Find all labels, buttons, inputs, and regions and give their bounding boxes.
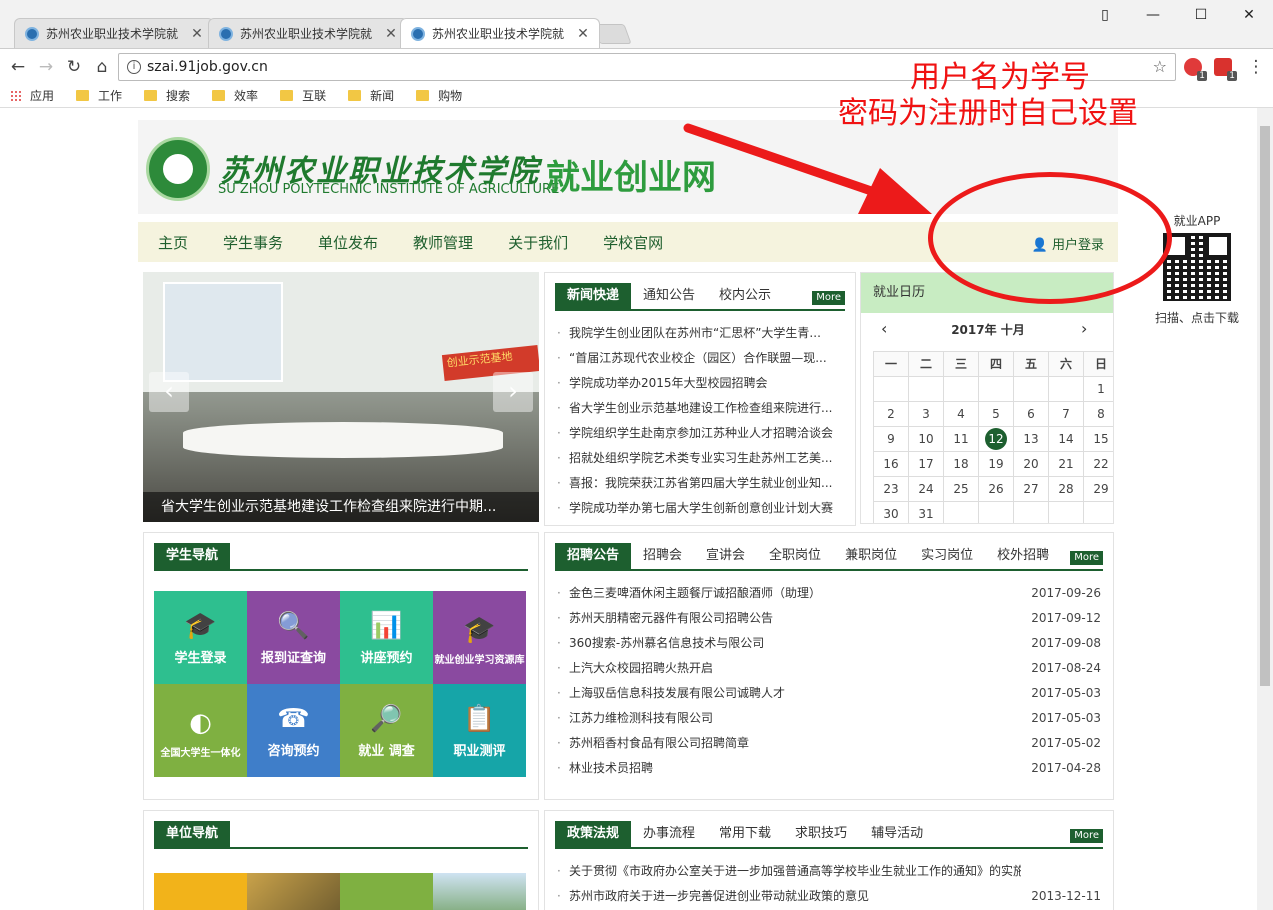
annotation-text-password: 密码为注册时自己设置 <box>838 96 1138 131</box>
annotation-arrow <box>683 123 932 214</box>
browser-window: 苏州农业职业技术学院就 ✕ 苏州农业职业技术学院就 ✕ 苏州农业职业技术学院就 … <box>0 0 1273 910</box>
browser-tab-3-active[interactable]: 苏州农业职业技术学院就 ✕ <box>400 18 600 48</box>
annotation-ellipse <box>928 172 1172 304</box>
site-favicon-icon <box>411 26 425 41</box>
tab-title: 苏州农业职业技术学院就 <box>432 27 565 41</box>
close-tab-icon[interactable]: ✕ <box>577 26 589 42</box>
